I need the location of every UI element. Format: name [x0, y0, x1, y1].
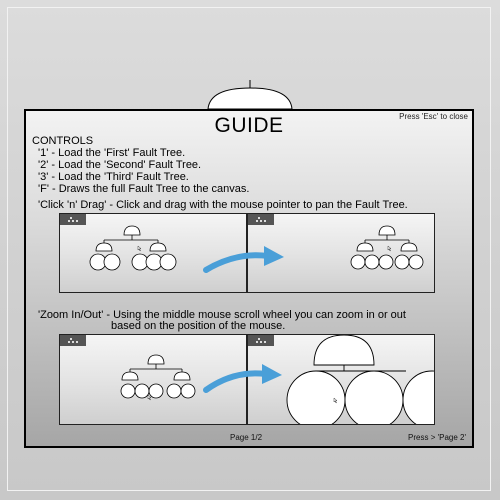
arrow-icon	[203, 364, 282, 393]
arrow-icon	[203, 246, 284, 273]
arrow-overlay	[203, 246, 284, 393]
